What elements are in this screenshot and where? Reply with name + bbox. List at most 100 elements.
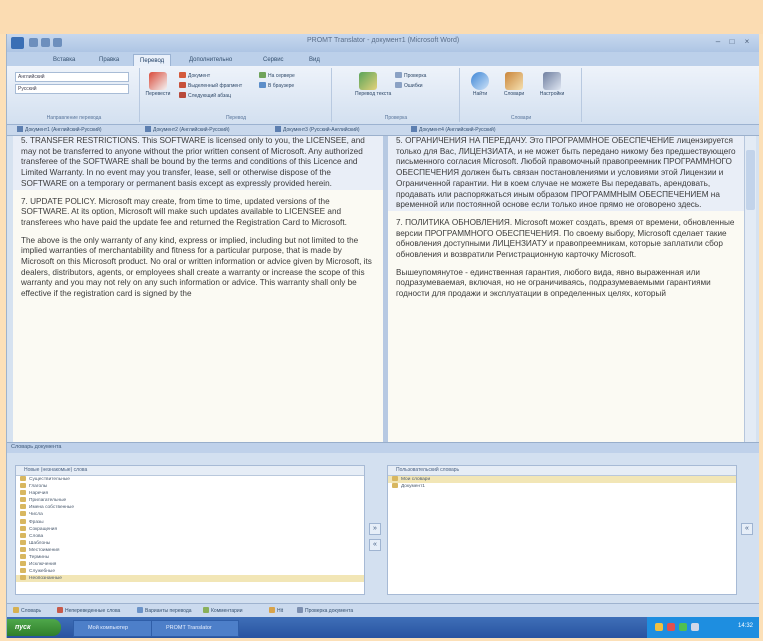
- language-icon[interactable]: [691, 623, 699, 631]
- network-icon[interactable]: [655, 623, 663, 631]
- save-icon[interactable]: [29, 38, 38, 47]
- list-item[interactable]: Служебные: [16, 568, 364, 575]
- doc-tab-2[interactable]: Документ2 (Английский-Русский): [145, 126, 229, 134]
- tab-hit[interactable]: Hit: [269, 607, 283, 616]
- ribbon-group-label: Словари: [510, 115, 532, 121]
- target-language-select[interactable]: Русский: [15, 84, 129, 94]
- list-item[interactable]: Термины: [16, 554, 364, 561]
- unknown-words-list[interactable]: Новые (незнакомые) слова Существительные…: [15, 465, 365, 595]
- translation-paragraph[interactable]: 5. ОГРАНИЧЕНИЯ НА ПЕРЕДАЧУ. Это ПРОГРАММ…: [388, 136, 744, 211]
- tab-view[interactable]: Вид: [303, 54, 326, 66]
- translation-text-pane[interactable]: 5. ОГРАНИЧЕНИЯ НА ПЕРЕДАЧУ. Это ПРОГРАММ…: [388, 136, 744, 442]
- translation-paragraph[interactable]: 7. ПОЛИТИКА ОБНОВЛЕНИЯ. Microsoft может …: [388, 218, 744, 261]
- tab-variants[interactable]: Варианты перевода: [137, 607, 192, 616]
- tab-tools[interactable]: Сервис: [257, 54, 290, 66]
- doc-tab-1[interactable]: Документ1 (Английский-Русский): [17, 126, 101, 134]
- tab-label: Словарь: [21, 608, 42, 614]
- tab-label: Проверка документа: [305, 608, 354, 614]
- text-translate-button[interactable]: Перевод текста: [355, 72, 391, 97]
- volume-icon[interactable]: [679, 623, 687, 631]
- settings-button[interactable]: Настройки: [539, 72, 565, 97]
- list-item[interactable]: Наречия: [16, 490, 364, 497]
- ribbon-group-check: Перевод текста Проверка Ошибки Проверка: [333, 68, 460, 122]
- server-button[interactable]: На сервере: [259, 72, 295, 80]
- list-item[interactable]: Имена собственные: [16, 504, 364, 511]
- list-item[interactable]: Местоимения: [16, 546, 364, 554]
- taskbar-item-my-computer[interactable]: Мой компьютер: [73, 620, 161, 637]
- next-paragraph-label: Следующий абзац: [188, 93, 231, 99]
- vertical-scrollbar[interactable]: [744, 136, 756, 442]
- tab-advanced[interactable]: Дополнительно: [183, 54, 238, 66]
- clock: 14:32: [737, 623, 753, 629]
- folder-icon: [20, 483, 26, 489]
- errors-button[interactable]: Ошибки: [395, 82, 423, 90]
- app-icon[interactable]: [11, 37, 24, 49]
- translation-paragraph[interactable]: Вышеупомянутое - единственная гарантия, …: [388, 268, 744, 300]
- list-header: Новые (незнакомые) слова: [16, 466, 364, 476]
- hit-icon: [269, 607, 275, 613]
- selection-button[interactable]: Выделенный фрагмент: [179, 82, 242, 90]
- source-paragraph[interactable]: The above is the only warranty of any ki…: [13, 236, 383, 300]
- move-left-button[interactable]: «: [369, 539, 381, 551]
- title-bar: PROMT Translator - документ1 (Microsoft …: [7, 34, 759, 52]
- source-paragraph[interactable]: 7. UPDATE POLICY. Microsoft may create, …: [13, 197, 383, 229]
- dictionary-panel: Новые (незнакомые) слова Существительные…: [7, 453, 759, 603]
- list-item[interactable]: Существительные: [16, 476, 364, 483]
- tab-comments[interactable]: Комментарии: [203, 607, 243, 616]
- tab-untranslated[interactable]: Непереведенные слова: [57, 607, 120, 616]
- folder-icon: [20, 575, 26, 581]
- find-button[interactable]: Найти: [467, 72, 493, 97]
- list-item[interactable]: Исключения: [16, 561, 364, 568]
- list-item[interactable]: Документ1: [388, 483, 736, 490]
- check-button[interactable]: Проверка: [395, 72, 426, 80]
- list-item-label: Фразы: [29, 519, 44, 525]
- next-paragraph-button[interactable]: Следующий абзац: [179, 92, 231, 100]
- list-item[interactable]: Фразы: [16, 518, 364, 526]
- tab-insert[interactable]: Вставка: [47, 54, 81, 66]
- list-item[interactable]: Глаголы: [16, 483, 364, 490]
- list-item[interactable]: Шаблоны: [16, 539, 364, 547]
- start-button[interactable]: пуск: [7, 619, 61, 636]
- list-item[interactable]: Неопознанные: [16, 575, 364, 583]
- tab-edit[interactable]: Правка: [93, 54, 125, 66]
- antivirus-icon[interactable]: [667, 623, 675, 631]
- folder-icon: [20, 511, 26, 517]
- doc-tab-label: Документ4 (Английский-Русский): [419, 127, 496, 133]
- document-button-label: Документ: [188, 73, 211, 79]
- doc-tab-4[interactable]: Документ4 (Английский-Русский): [411, 126, 495, 134]
- taskbar-item-promt[interactable]: PROMT Translator: [151, 620, 239, 637]
- doc-tab-3[interactable]: Документ3 (Русский-Английский): [275, 126, 359, 134]
- tab-check-document[interactable]: Проверка документа: [297, 607, 353, 616]
- list-item[interactable]: Прилагательные: [16, 497, 364, 504]
- translate-button[interactable]: Перевести: [145, 72, 171, 97]
- user-dictionary-list[interactable]: Пользовательский словарь Мои словари Доку…: [387, 465, 737, 595]
- redo-icon[interactable]: [53, 38, 62, 47]
- scrollbar-thumb[interactable]: [746, 150, 755, 210]
- close-button[interactable]: ×: [740, 36, 754, 48]
- minimize-button[interactable]: –: [711, 36, 725, 48]
- document-button[interactable]: Документ: [179, 72, 210, 80]
- folder-icon: [20, 525, 26, 531]
- dictionaries-button[interactable]: Словари: [501, 72, 527, 97]
- browser-button[interactable]: В браузере: [259, 82, 294, 90]
- list-item-label: Служебные: [29, 569, 56, 575]
- list-item[interactable]: Числа: [16, 511, 364, 518]
- maximize-button[interactable]: □: [725, 36, 739, 48]
- source-paragraph[interactable]: 5. TRANSFER RESTRICTIONS. This SOFTWARE …: [13, 136, 383, 190]
- comments-icon: [203, 607, 209, 613]
- paragraph-icon: [179, 92, 186, 98]
- move-right-button[interactable]: »: [369, 523, 381, 535]
- folder-icon: [20, 546, 26, 552]
- source-language-select[interactable]: Английский: [15, 72, 129, 82]
- list-item[interactable]: Мои словари: [388, 476, 736, 484]
- tab-label: Варианты перевода: [145, 608, 192, 614]
- folder-icon: [20, 568, 26, 574]
- ribbon: Английский Русский Направление перевода …: [7, 66, 759, 125]
- tab-dictionary[interactable]: Словарь: [13, 607, 41, 616]
- source-text-pane[interactable]: 5. TRANSFER RESTRICTIONS. This SOFTWARE …: [13, 136, 383, 442]
- dictionary-options-button[interactable]: «: [741, 523, 753, 535]
- bottom-panel-title: Словарь документа: [11, 444, 62, 450]
- list-item[interactable]: Сокращения: [16, 525, 364, 533]
- undo-icon[interactable]: [41, 38, 50, 47]
- list-item[interactable]: Слова: [16, 532, 364, 540]
